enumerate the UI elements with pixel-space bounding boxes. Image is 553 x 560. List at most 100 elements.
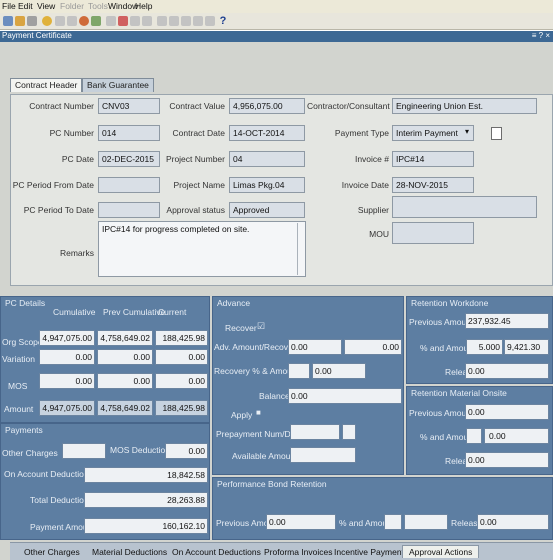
copy-icon[interactable]	[142, 16, 152, 26]
menu-folder[interactable]: Folder	[60, 1, 84, 11]
variation-cumulative[interactable]: 0.00	[39, 349, 95, 365]
navigator-icon[interactable]	[55, 16, 65, 26]
translate-icon[interactable]	[79, 16, 89, 26]
total-deductions-field[interactable]: 28,263.88	[84, 492, 208, 508]
apply-checkbox[interactable]: ■	[256, 408, 261, 417]
pc-number-field[interactable]: 014	[98, 125, 160, 141]
pc-period-from-field[interactable]	[98, 177, 160, 193]
window-controls[interactable]: ≡ ? ×	[532, 31, 550, 40]
org-scope-cumulative[interactable]: 4,947,075.00	[39, 330, 95, 346]
balance-field[interactable]: 0.00	[288, 388, 402, 404]
payment-type-label: Payment Type	[334, 128, 389, 138]
paste-icon[interactable]	[157, 16, 167, 26]
remarks-textarea[interactable]: IPC#14 for progress completed on site.	[98, 221, 306, 277]
tab-on-account-deductions[interactable]: On Account Deductions	[166, 546, 267, 558]
rw-previous-amount-field[interactable]: 237,932.45	[465, 313, 549, 329]
pc-date-field[interactable]: 02-DEC-2015	[98, 151, 160, 167]
approval-status-field[interactable]: Approved	[229, 202, 305, 218]
dropdown-arrow-icon[interactable]: ▾	[465, 127, 469, 136]
invoice-date-field[interactable]: 28-NOV-2015	[392, 177, 474, 193]
folder-tools-icon[interactable]	[193, 16, 203, 26]
tab-other-charges[interactable]: Other Charges	[18, 546, 86, 558]
contract-value-field[interactable]: 4,956,075.00	[229, 98, 305, 114]
pc-details-title: PC Details	[5, 298, 46, 308]
cut-icon[interactable]	[130, 16, 140, 26]
amount-cumulative[interactable]: 4,947,075.00	[39, 400, 95, 416]
other-charges-field[interactable]	[62, 443, 106, 459]
recover-checkbox[interactable]: ☑	[257, 321, 265, 332]
contract-number-field[interactable]: CNV03	[98, 98, 160, 114]
rm-amount-field[interactable]: 0.00	[484, 428, 549, 444]
attach-icon[interactable]	[91, 16, 101, 26]
variation-current[interactable]: 0.00	[155, 349, 208, 365]
rm-released-field[interactable]: 0.00	[465, 452, 549, 468]
attachments-icon[interactable]	[205, 16, 215, 26]
tab-contract-header[interactable]: Contract Header	[10, 78, 83, 92]
flexfield-icon[interactable]	[491, 127, 502, 140]
clear-icon[interactable]	[169, 16, 179, 26]
variation-prev[interactable]: 0.00	[97, 349, 153, 365]
on-account-deduction-field[interactable]: 18,842.58	[84, 467, 208, 483]
rw-amount-field[interactable]: 9,421.30	[504, 339, 549, 355]
available-amount-field[interactable]	[290, 447, 356, 463]
pc-period-to-field[interactable]	[98, 202, 160, 218]
rw-released-field[interactable]: 0.00	[465, 363, 549, 379]
menu-edit[interactable]: Edit	[18, 1, 33, 11]
invoice-number-field[interactable]: IPC#14	[392, 151, 474, 167]
tab-incentive-payment[interactable]: Incentive Payment	[328, 546, 410, 558]
mos-current[interactable]: 0.00	[155, 373, 208, 389]
payment-amount-field[interactable]: 160,162.10	[84, 518, 208, 534]
recovery-pct-field[interactable]	[288, 363, 310, 379]
project-name-field[interactable]: Limas Pkg.04	[229, 177, 305, 193]
adv-amount-field[interactable]: 0.00	[288, 339, 342, 355]
supplier-field[interactable]	[392, 196, 537, 218]
row-label-amount: Amount	[4, 404, 34, 414]
menu-window[interactable]: Window	[108, 1, 138, 11]
pb-released-field[interactable]: 0.00	[477, 514, 549, 530]
zoom-icon[interactable]	[67, 16, 77, 26]
tab-proforma-invoices[interactable]: Proforma Invoices	[258, 546, 339, 558]
print-icon[interactable]	[27, 16, 37, 26]
save-icon[interactable]	[15, 16, 25, 26]
pb-pct-field[interactable]	[384, 514, 402, 530]
tab-bank-guarantee[interactable]: Bank Guarantee	[82, 78, 154, 92]
prepayment-dist-field[interactable]	[342, 424, 356, 440]
new-record-icon[interactable]	[106, 16, 116, 26]
menu-file[interactable]: File	[2, 1, 16, 11]
contractor-field[interactable]: Engineering Union Est.	[392, 98, 537, 114]
available-amount-label: Available Amount	[232, 451, 298, 461]
amount-current[interactable]: 188,425.98	[155, 400, 208, 416]
mos-cumulative[interactable]: 0.00	[39, 373, 95, 389]
rm-previous-amount-field[interactable]: 0.00	[465, 404, 549, 420]
mou-field[interactable]	[392, 222, 474, 244]
open-icon[interactable]	[3, 16, 13, 26]
org-scope-prev[interactable]: 4,758,649.02	[97, 330, 153, 346]
prepayment-num-field[interactable]	[290, 424, 340, 440]
amount-prev[interactable]: 4,758,649.02	[97, 400, 153, 416]
contract-date-field[interactable]: 14-OCT-2014	[229, 125, 305, 141]
folder-icon[interactable]	[42, 16, 52, 26]
rm-pct-field[interactable]	[466, 428, 482, 444]
col-cumulative: Cumulative	[53, 307, 96, 317]
pb-amount-field[interactable]	[404, 514, 448, 530]
contract-value-label: Contract Value	[169, 101, 225, 111]
help-icon[interactable]: ?	[218, 16, 228, 27]
tab-material-deductions[interactable]: Material Deductions	[86, 546, 173, 558]
tab-approval-actions[interactable]: Approval Actions	[402, 545, 480, 558]
mos-deduction-field[interactable]: 0.00	[165, 443, 208, 459]
delete-record-icon[interactable]	[118, 16, 128, 26]
org-scope-current[interactable]: 188,425.98	[155, 330, 208, 346]
edit-icon[interactable]	[181, 16, 191, 26]
menu-tools[interactable]: Tools	[88, 1, 108, 11]
project-number-field[interactable]: 04	[229, 151, 305, 167]
remarks-scrollbar[interactable]	[297, 223, 304, 275]
pb-previous-amount-field[interactable]: 0.00	[266, 514, 336, 530]
rw-pct-field[interactable]: 5.000	[466, 339, 503, 355]
adv-recovered-field[interactable]: 0.00	[344, 339, 402, 355]
menu-view[interactable]: View	[37, 1, 55, 11]
recovery-amount-field[interactable]: 0.00	[312, 363, 366, 379]
on-account-deduction-label: On Account Deduction	[4, 469, 89, 479]
mos-prev[interactable]: 0.00	[97, 373, 153, 389]
menu-help[interactable]: Help	[135, 1, 152, 11]
payment-type-select[interactable]: Interim Payment ▾	[392, 125, 474, 141]
